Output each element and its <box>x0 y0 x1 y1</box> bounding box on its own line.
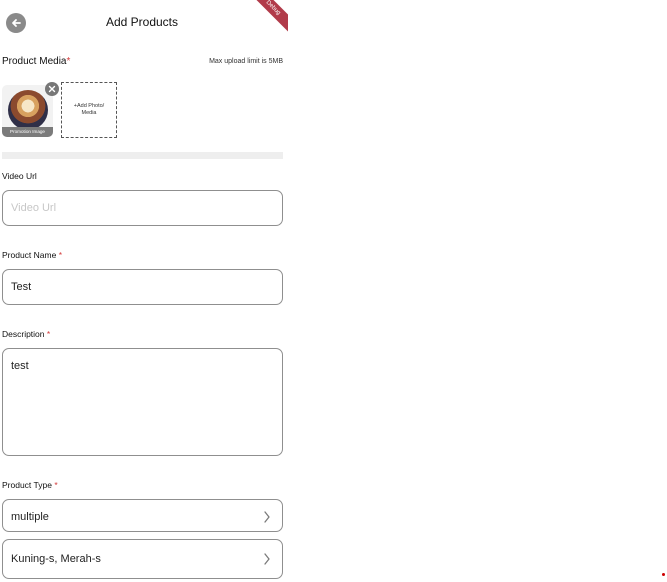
product-name-input[interactable]: Test <box>2 269 283 305</box>
description-value: test <box>11 360 29 372</box>
required-mark: * <box>54 480 58 490</box>
upload-limit-text: Max upload limit is 5MB <box>209 58 283 65</box>
video-url-input[interactable]: Video Url <box>2 190 283 226</box>
add-photo-media-button[interactable]: +Add Photo/ Media <box>61 82 117 138</box>
remove-media-button[interactable] <box>45 82 59 96</box>
product-name-value: Test <box>11 281 32 293</box>
required-mark: * <box>66 56 71 67</box>
description-label-text: Description <box>2 329 45 339</box>
product-name-label-text: Product Name <box>2 250 57 260</box>
variants-value: Kuning-s, Merah-s <box>11 553 101 565</box>
product-media-label: Product Media* <box>2 56 70 67</box>
variants-selector[interactable]: Kuning-s, Merah-s <box>2 539 283 579</box>
product-type-selector[interactable]: multiple <box>2 499 283 532</box>
screen: Add Products Debug Product Media* Max up… <box>0 0 667 582</box>
required-mark: * <box>46 329 51 339</box>
description-label: Description * <box>2 329 50 339</box>
chevron-right-icon <box>264 511 270 523</box>
product-type-value: multiple <box>11 511 49 523</box>
product-media-label-text: Product Media <box>2 56 67 67</box>
thumbnail-image <box>8 90 48 130</box>
required-mark: * <box>58 250 63 260</box>
video-url-placeholder: Video Url <box>11 202 57 214</box>
page-title: Add Products <box>105 15 179 29</box>
description-textarea[interactable]: test <box>2 348 283 456</box>
red-indicator-dot <box>662 573 665 576</box>
thumbnail-caption: Promotion Image <box>2 127 53 137</box>
close-icon <box>48 85 56 93</box>
add-products-screen: Add Products Debug Product Media* Max up… <box>0 0 288 582</box>
chevron-right-icon <box>264 553 270 565</box>
product-name-label: Product Name * <box>2 250 62 260</box>
product-type-label: Product Type * <box>2 480 58 490</box>
product-type-label-text: Product Type <box>2 480 52 490</box>
video-url-label: Video Url <box>2 171 37 181</box>
upload-progress-bar <box>2 152 283 159</box>
